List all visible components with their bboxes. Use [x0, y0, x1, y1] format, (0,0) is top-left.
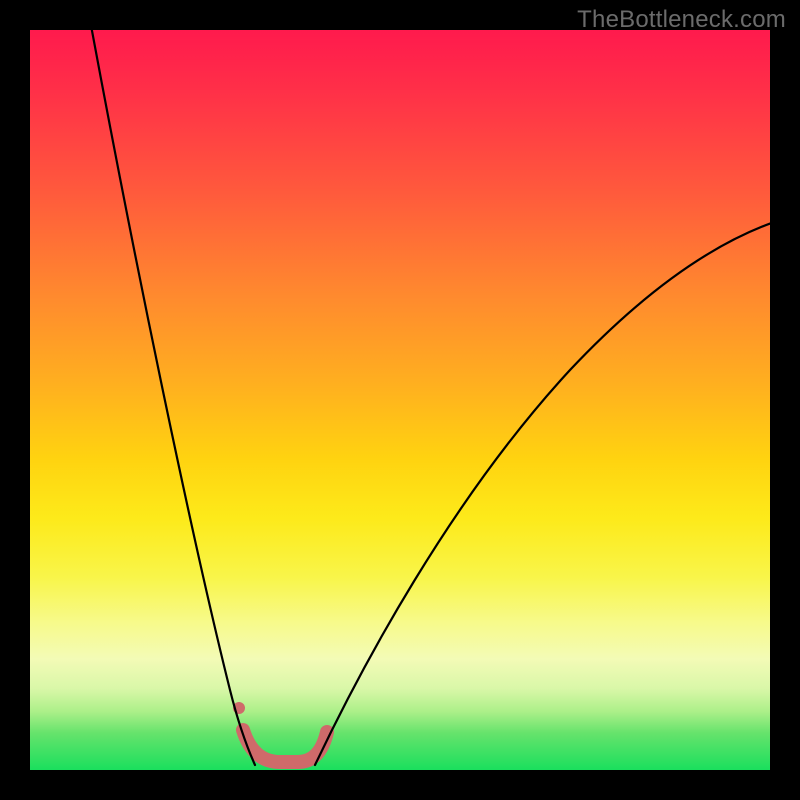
watermark-text: TheBottleneck.com — [577, 6, 786, 34]
plot-area — [30, 30, 770, 770]
chart-frame: TheBottleneck.com — [0, 0, 800, 800]
valley-floor-highlight — [243, 730, 327, 762]
curve-layer — [30, 30, 770, 770]
right-curve — [315, 220, 770, 765]
left-curve — [90, 30, 255, 765]
